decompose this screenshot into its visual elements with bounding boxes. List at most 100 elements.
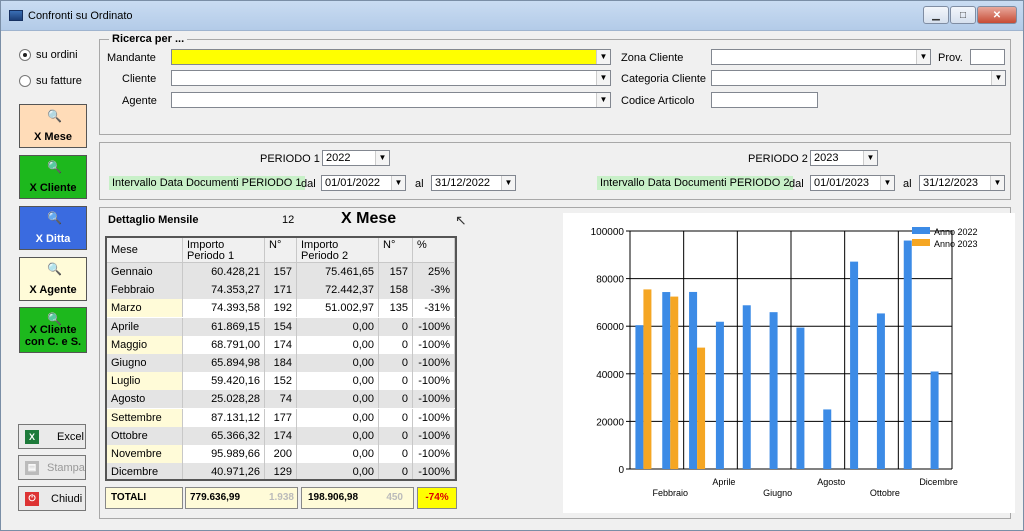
column-header-importo-p2[interactable]: Importo Periodo 2 <box>297 238 379 263</box>
table-row[interactable]: Gennaio 60.428,21 157 75.461,65 157 25% <box>107 263 455 281</box>
periodo1-year-combo[interactable]: 2022 ▼ <box>322 150 390 166</box>
bar-2022 <box>930 371 939 469</box>
intervallo1-label: Intervallo Data Documenti PERIODO 1 <box>109 176 305 190</box>
cell-pct: -100% <box>413 372 455 391</box>
table-row[interactable]: Agosto 25.028,28 74 0,00 0 -100% <box>107 390 455 409</box>
table-row[interactable]: Luglio 59.420,16 152 0,00 0 -100% <box>107 372 455 391</box>
table-row[interactable]: Giugno 65.894,98 184 0,00 0 -100% <box>107 354 455 372</box>
mandante-combo[interactable]: ▼ <box>171 49 611 65</box>
maximize-button[interactable]: □ <box>950 6 976 24</box>
cell-mese: Luglio <box>107 372 183 391</box>
chevron-down-icon[interactable]: ▼ <box>596 50 610 64</box>
prov-label: Prov. <box>938 52 963 64</box>
table-row[interactable]: Febbraio 74.353,27 171 72.442,37 158 -3% <box>107 281 455 300</box>
column-header-n1[interactable]: N° <box>265 238 297 263</box>
chiudi-button[interactable]: ⏻ Chiudi <box>18 486 86 511</box>
chevron-down-icon[interactable]: ▼ <box>596 93 610 107</box>
prov-input[interactable] <box>970 49 1005 65</box>
chevron-down-icon[interactable]: ▼ <box>990 176 1004 190</box>
cell-n1: 154 <box>265 317 297 336</box>
table-header: Mese Importo Periodo 1 N° Importo Periodo 2… <box>107 238 455 263</box>
y-tick-label: 0 <box>618 465 624 476</box>
table-row[interactable]: Dicembre 40.971,26 129 0,00 0 -100% <box>107 463 455 479</box>
button-label: X Agente <box>29 284 77 296</box>
table-row[interactable]: Marzo 74.393,58 192 51.002,97 135 -31% <box>107 299 455 318</box>
agente-combo[interactable]: ▼ <box>171 92 611 108</box>
bar-2022 <box>635 325 644 469</box>
table-row[interactable]: Novembre 95.989,66 200 0,00 0 -100% <box>107 445 455 463</box>
x-cliente-cs-button[interactable]: 🔍 X Cliente con C. e S. <box>19 307 87 353</box>
column-header-n2[interactable]: N° <box>379 238 413 263</box>
radio-label: su ordini <box>36 49 78 61</box>
stampa-button[interactable]: ▤ Stampa <box>18 455 86 480</box>
cell-mese: Maggio <box>107 335 183 354</box>
categoria-cliente-label: Categoria Cliente <box>621 73 706 85</box>
x-tick-label: Giugno <box>763 488 792 498</box>
x-cliente-button[interactable]: 🔍 X Cliente <box>19 155 87 199</box>
totals-label: TOTALI <box>105 487 183 509</box>
codice-articolo-input[interactable] <box>711 92 818 108</box>
dal1-label: dal <box>301 178 316 190</box>
cell-n1: 171 <box>265 281 297 300</box>
cell-importo-p1: 74.353,27 <box>183 281 265 300</box>
radio-su-fatture[interactable]: su fatture <box>19 75 82 87</box>
chevron-down-icon[interactable]: ▼ <box>863 151 877 165</box>
categoria-cliente-combo[interactable]: ▼ <box>711 70 1006 86</box>
totals-n2: 450 <box>386 492 403 503</box>
bar-2022 <box>850 261 859 469</box>
detail-heading: X Mese <box>341 210 397 227</box>
x-tick-label: Ottobre <box>870 488 900 498</box>
p1-dal-date[interactable]: 01/01/2022 ▼ <box>321 175 406 191</box>
cell-importo-p1: 65.894,98 <box>183 354 265 372</box>
column-header-pct[interactable]: % <box>413 238 455 263</box>
legend-swatch <box>912 239 930 246</box>
column-header-mese[interactable]: Mese <box>107 238 183 263</box>
cell-pct: -100% <box>413 354 455 372</box>
date-value: 01/01/2023 <box>814 177 870 189</box>
chevron-down-icon[interactable]: ▼ <box>391 176 405 190</box>
column-header-importo-p1[interactable]: Importo Periodo 1 <box>183 238 265 263</box>
p2-al-date[interactable]: 31/12/2023 ▼ <box>919 175 1005 191</box>
totals-n1: 1.938 <box>268 492 294 503</box>
title-bar: Confronti su Ordinato ▁ □ ✕ <box>1 1 1023 31</box>
table-row[interactable]: Aprile 61.869,15 154 0,00 0 -100% <box>107 317 455 336</box>
table-row[interactable]: Ottobre 65.366,32 174 0,00 0 -100% <box>107 426 455 445</box>
chevron-down-icon[interactable]: ▼ <box>501 176 515 190</box>
chevron-down-icon[interactable]: ▼ <box>880 176 894 190</box>
cell-pct: -100% <box>413 408 455 427</box>
button-label: X Ditta <box>35 233 71 245</box>
search-doc-icon: 🔍 <box>47 262 62 276</box>
minimize-button[interactable]: ▁ <box>923 6 949 24</box>
radio-label: su fatture <box>36 75 82 87</box>
x-mese-button[interactable]: 🔍 X Mese <box>19 104 87 148</box>
chevron-down-icon[interactable]: ▼ <box>916 50 930 64</box>
search-doc-icon: 🔍 <box>47 160 62 174</box>
search-doc-icon: 🔍 <box>47 312 62 326</box>
cliente-combo[interactable]: ▼ <box>171 70 611 86</box>
chevron-down-icon[interactable]: ▼ <box>991 71 1005 85</box>
button-label: X Mese <box>34 131 72 143</box>
periodo2-year-combo[interactable]: 2023 ▼ <box>810 150 878 166</box>
cliente-label: Cliente <box>122 73 157 85</box>
monthly-chart: 0 20000 40000 60000 80000 100000 Febbraio April… <box>563 213 1015 513</box>
cell-n1: 200 <box>265 445 297 463</box>
table-row[interactable]: Maggio 68.791,00 174 0,00 0 -100% <box>107 335 455 354</box>
close-button[interactable]: ✕ <box>977 6 1017 24</box>
x-agente-button[interactable]: 🔍 X Agente <box>19 257 87 301</box>
chevron-down-icon[interactable]: ▼ <box>596 71 610 85</box>
button-label: X Cliente <box>29 182 77 194</box>
cell-importo-p1: 68.791,00 <box>183 335 265 354</box>
totals-imp2: 198.906,98 450 <box>301 487 414 509</box>
monthly-table[interactable]: Mese Importo Periodo 1 N° Importo Periodo 2… <box>105 236 457 481</box>
x-ditta-button[interactable]: 🔍 X Ditta <box>19 206 87 250</box>
bar-2022 <box>769 312 778 469</box>
cell-n1: 74 <box>265 390 297 409</box>
p1-al-date[interactable]: 31/12/2022 ▼ <box>431 175 516 191</box>
p2-dal-date[interactable]: 01/01/2023 ▼ <box>810 175 895 191</box>
radio-su-ordini[interactable]: su ordini <box>19 49 78 61</box>
cell-n2: 157 <box>379 263 413 281</box>
zona-cliente-combo[interactable]: ▼ <box>711 49 931 65</box>
table-row[interactable]: Settembre 87.131,12 177 0,00 0 -100% <box>107 408 455 427</box>
chevron-down-icon[interactable]: ▼ <box>375 151 389 165</box>
excel-button[interactable]: X Excel <box>18 424 86 449</box>
